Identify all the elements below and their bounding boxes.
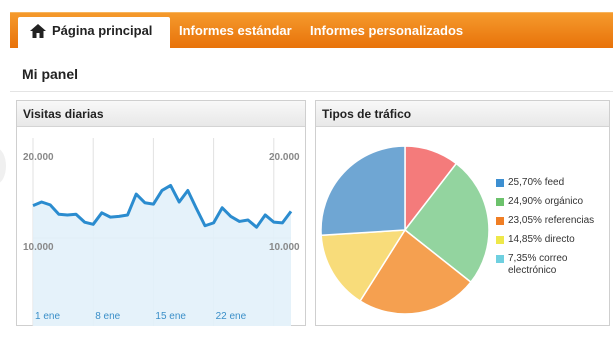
legend-item: 7,35% correo electrónico bbox=[496, 253, 608, 277]
traffic-types-chart: 10,34%24,90% orgánico23,05% referencias1… bbox=[320, 145, 490, 315]
tab-custom-reports[interactable]: Informes personalizados bbox=[310, 19, 463, 49]
tab-standard-reports-label: Informes estándar bbox=[179, 23, 292, 38]
legend-item: 25,70% feed bbox=[496, 177, 608, 189]
page-title: Mi panel bbox=[22, 66, 79, 82]
legend-item: 24,90% orgánico bbox=[496, 196, 608, 208]
daily-visits-chart: 20.000 20.000 10.000 10.000 1 ene 8 ene 15 ene… bbox=[23, 138, 300, 326]
traffic-types-widget: Tipos de tráfico 10,34%24,90% orgánico23… bbox=[315, 100, 610, 326]
daily-visits-widget: Visitas diarias 20.000 20.000 10.000 10.000… bbox=[16, 100, 306, 326]
dashboard-header: Mi panel bbox=[10, 48, 613, 92]
home-icon bbox=[30, 24, 46, 38]
legend-label: 14,85% directo bbox=[508, 234, 575, 245]
top-navigation: Página principal Informes estándar Infor… bbox=[10, 12, 613, 49]
x-tick-label: 22 ene bbox=[216, 311, 247, 322]
traffic-legend: 25,70% feed 24,90% orgánico 23,05% referen… bbox=[496, 177, 608, 284]
legend-label: 24,90% orgánico bbox=[508, 196, 584, 207]
legend-item: 14,85% directo bbox=[496, 234, 608, 246]
tab-custom-reports-label: Informes personalizados bbox=[310, 23, 464, 38]
legend-label: 25,70% feed bbox=[508, 177, 565, 188]
y-tick-label: 20.000 bbox=[269, 152, 300, 163]
y-tick-label: 10.000 bbox=[269, 242, 300, 253]
pie-slice: 25,70% feed bbox=[320, 145, 406, 237]
legend-item: 23,05% referencias bbox=[496, 215, 608, 227]
y-tick-label: 10.000 bbox=[23, 242, 54, 253]
legend-swatch bbox=[496, 198, 504, 206]
legend-swatch bbox=[496, 255, 504, 263]
legend-swatch bbox=[496, 236, 504, 244]
x-tick-label: 1 ene bbox=[35, 311, 60, 322]
x-tick-label: 15 ene bbox=[155, 311, 186, 322]
traffic-types-title: Tipos de tráfico bbox=[316, 101, 609, 127]
tab-home[interactable]: Página principal bbox=[18, 17, 170, 49]
y-tick-label: 20.000 bbox=[23, 152, 54, 163]
legend-swatch bbox=[496, 217, 504, 225]
legend-label: 23,05% referencias bbox=[508, 215, 595, 226]
legend-swatch bbox=[496, 179, 504, 187]
x-tick-label: 8 ene bbox=[95, 311, 120, 322]
legend-label: 7,35% correo electrónico bbox=[508, 253, 568, 276]
scroll-edge-indicator bbox=[0, 148, 6, 184]
daily-visits-title: Visitas diarias bbox=[17, 101, 305, 127]
tab-home-label: Página principal bbox=[52, 23, 153, 38]
tab-standard-reports[interactable]: Informes estándar bbox=[179, 19, 292, 49]
